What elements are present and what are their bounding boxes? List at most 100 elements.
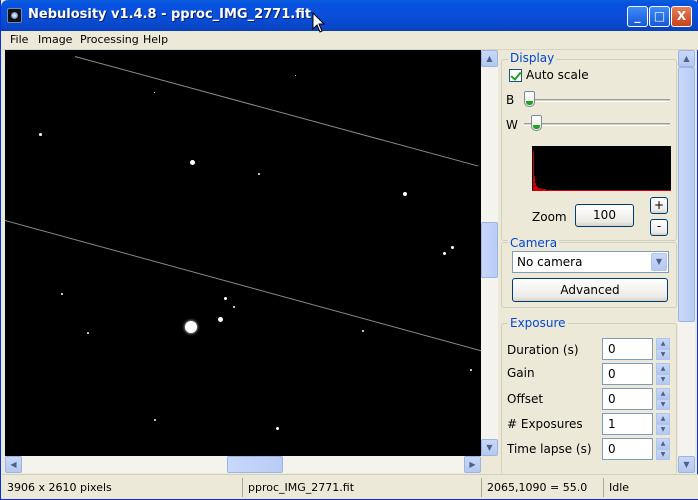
close-button[interactable]: X	[671, 6, 692, 27]
zoom-in-button[interactable]: +	[650, 197, 668, 214]
time-lapse-stepper[interactable]: ▲ ▼	[656, 438, 670, 460]
zoom-out-button[interactable]: -	[650, 219, 668, 236]
status-separator	[603, 478, 604, 497]
star	[451, 246, 454, 249]
offset-label: Offset	[507, 392, 544, 406]
exposure-group-title: Exposure	[508, 316, 568, 330]
gain-stepper[interactable]: ▲ ▼	[656, 363, 670, 385]
w-slider[interactable]	[530, 115, 542, 131]
status-coordinates: 2065,1090 = 55.0	[487, 481, 588, 494]
exposures-stepper[interactable]: ▲ ▼	[656, 413, 670, 435]
menu-help[interactable]: Help	[143, 33, 168, 46]
camera-select[interactable]: No camera ▼	[512, 251, 669, 273]
duration-label: Duration (s)	[507, 343, 579, 357]
spin-up-icon[interactable]: ▲	[656, 388, 670, 399]
time-lapse-field[interactable]: 0	[602, 438, 653, 460]
image-canvas[interactable]	[5, 50, 481, 456]
star	[61, 293, 63, 295]
window-title: Nebulosity v1.4.8 - pproc_IMG_2771.fit	[28, 7, 312, 22]
b-label: B	[506, 93, 515, 107]
spin-up-icon[interactable]: ▲	[656, 363, 670, 374]
status-bar: 3906 x 2610 pixels pproc_IMG_2771.fit 20…	[2, 474, 698, 499]
zoom-value-button[interactable]: 100	[575, 204, 634, 227]
star	[470, 369, 472, 371]
chevron-down-icon[interactable]: ▼	[651, 253, 667, 271]
panel-vertical-scrollbar[interactable]: ▲ ▼	[678, 50, 695, 473]
exposures-field[interactable]: 1	[602, 413, 653, 435]
star	[224, 297, 227, 300]
status-separator	[481, 478, 482, 497]
gain-field[interactable]: 0	[602, 363, 653, 385]
zoom-label: Zoom	[532, 210, 567, 224]
star	[362, 330, 364, 332]
spin-up-icon[interactable]: ▲	[656, 338, 670, 349]
scroll-right-icon[interactable]: ▶	[464, 456, 481, 473]
star	[295, 75, 296, 76]
menu-bar: File Image Processing Help	[2, 31, 698, 50]
app-window: Nebulosity v1.4.8 - pproc_IMG_2771.fit _…	[0, 0, 698, 500]
status-filename: pproc_IMG_2771.fit	[248, 481, 355, 494]
scroll-left-icon[interactable]: ◀	[5, 456, 22, 473]
control-panel: Display Auto scale B W Zoom 100 + - Came…	[498, 50, 678, 473]
camera-select-value: No camera	[517, 255, 583, 269]
satellite-trail	[74, 56, 479, 167]
scroll-down-icon[interactable]: ▼	[481, 439, 498, 456]
panel-scroll-thumb[interactable]	[678, 67, 695, 322]
exposures-label: # Exposures	[507, 417, 583, 431]
horizontal-scroll-thumb[interactable]	[227, 456, 283, 473]
minimize-button[interactable]: _	[627, 6, 648, 27]
exposure-group: Exposure Duration (s) 0 ▲ ▼ Gain 0 ▲ ▼ Off…	[501, 316, 677, 473]
spin-up-icon[interactable]: ▲	[656, 413, 670, 424]
star	[154, 419, 156, 421]
menu-file[interactable]: File	[10, 33, 28, 46]
app-icon	[7, 8, 22, 23]
spin-down-icon[interactable]: ▼	[656, 449, 670, 460]
display-group: Display Auto scale B W Zoom 100 + -	[501, 51, 677, 241]
scroll-down-icon[interactable]: ▼	[678, 456, 695, 473]
advanced-button[interactable]: Advanced	[512, 278, 668, 302]
star	[258, 173, 260, 175]
spin-down-icon[interactable]: ▼	[656, 424, 670, 435]
spin-down-icon[interactable]: ▼	[656, 374, 670, 385]
star	[218, 317, 223, 322]
canvas-vertical-scrollbar[interactable]: ▲ ▼	[481, 50, 498, 456]
star	[276, 427, 279, 430]
star	[185, 321, 197, 333]
w-label: W	[506, 118, 518, 132]
menu-image[interactable]: Image	[38, 33, 72, 46]
auto-scale-label: Auto scale	[526, 68, 589, 82]
spin-down-icon[interactable]: ▼	[656, 349, 670, 360]
spin-down-icon[interactable]: ▼	[656, 399, 670, 410]
star	[87, 332, 89, 334]
star	[154, 92, 155, 93]
scroll-up-icon[interactable]: ▲	[481, 50, 498, 67]
auto-scale-checkbox[interactable]	[509, 69, 522, 82]
camera-group-title: Camera	[508, 236, 560, 250]
status-separator	[242, 478, 243, 497]
satellite-trail	[5, 220, 481, 352]
b-slider[interactable]	[524, 91, 535, 107]
star	[443, 252, 446, 255]
star	[403, 192, 407, 196]
offset-field[interactable]: 0	[602, 388, 653, 410]
mouse-cursor-icon	[312, 12, 325, 33]
scroll-corner	[481, 456, 498, 473]
spin-up-icon[interactable]: ▲	[656, 438, 670, 449]
offset-stepper[interactable]: ▲ ▼	[656, 388, 670, 410]
title-bar[interactable]: Nebulosity v1.4.8 - pproc_IMG_2771.fit _…	[1, 0, 698, 31]
duration-field[interactable]: 0	[602, 338, 653, 360]
status-dimensions: 3906 x 2610 pixels	[7, 481, 112, 494]
star	[190, 160, 195, 165]
display-group-title: Display	[508, 51, 557, 65]
menu-processing[interactable]: Processing	[80, 33, 139, 46]
star	[233, 306, 235, 308]
vertical-scroll-thumb[interactable]	[481, 222, 498, 278]
status-state: Idle	[609, 481, 630, 494]
camera-group: Camera No camera ▼ Advanced	[501, 236, 677, 308]
histogram	[532, 146, 671, 191]
scroll-up-icon[interactable]: ▲	[678, 50, 695, 67]
canvas-horizontal-scrollbar[interactable]: ◀ ▶	[5, 456, 481, 473]
duration-stepper[interactable]: ▲ ▼	[656, 338, 670, 360]
maximize-button[interactable]: □	[649, 6, 670, 27]
w-slider-track	[524, 123, 670, 126]
